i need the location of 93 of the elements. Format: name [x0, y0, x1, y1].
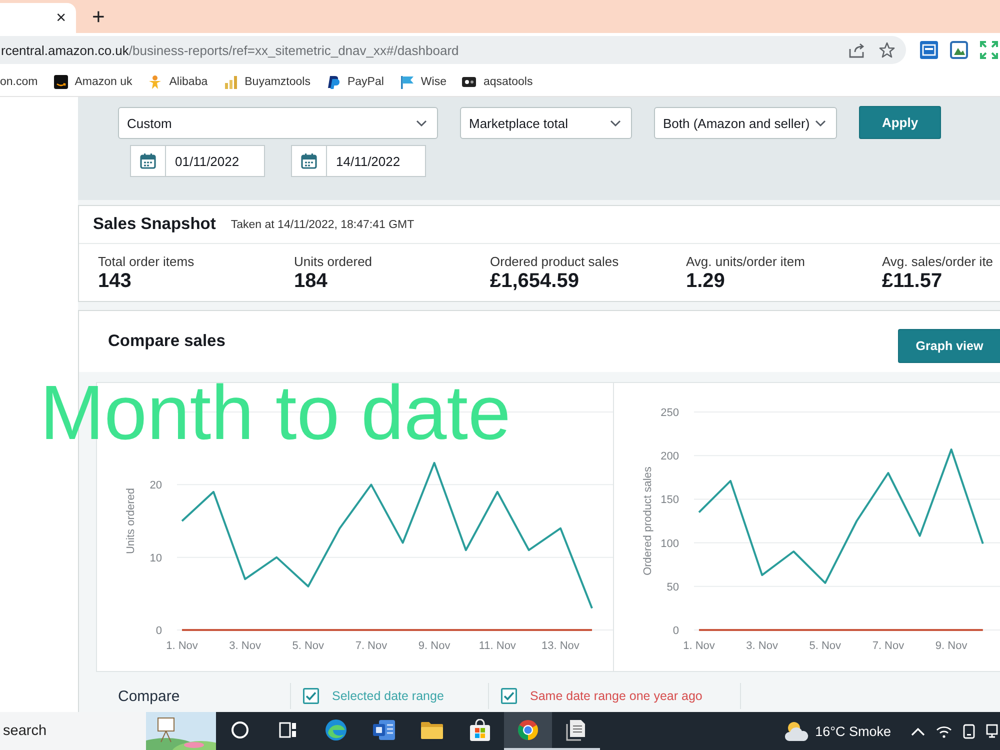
folder-icon [421, 721, 443, 739]
tick-label: 200 [660, 450, 679, 463]
legend-title: Compare [118, 688, 181, 704]
checkbox[interactable] [303, 688, 319, 704]
figure-icon [148, 74, 162, 88]
segmented-circle-icon [517, 719, 539, 741]
legend-label: Selected date range [332, 689, 444, 703]
tick-label: 3. Nov [229, 640, 261, 652]
tick-label: 9. Nov [935, 640, 968, 652]
tile-logo-icon [54, 74, 68, 88]
legend-label: Same date range one year ago [530, 689, 702, 703]
date-field[interactable]: 14/11/2022 [291, 145, 426, 177]
tick-label: 0 [156, 625, 162, 637]
metric-label: Avg. sales/order ite [882, 254, 994, 269]
caret-icon[interactable] [911, 726, 925, 736]
shopping-bag-icon [469, 719, 491, 741]
tick-label: 5. Nov [292, 640, 324, 652]
bookmark-link[interactable]: Alibaba [148, 72, 208, 92]
checkbox[interactable] [501, 688, 517, 704]
ring-icon [231, 721, 249, 739]
address-bar[interactable]: rcentral.amazon.co.uk/business-reports/ref=xx_sitemetric_dnav_xx#/dashboard [0, 36, 906, 64]
tick-label: 0 [672, 625, 679, 637]
tick-label: 1. Nov [683, 640, 715, 652]
date-field[interactable]: 01/11/2022 [130, 145, 265, 177]
metric-label: Total order items [98, 254, 196, 269]
tick-label: 11. Nov [478, 640, 516, 652]
graph-view-button[interactable]: Graph view [898, 329, 1000, 363]
metric-value: 1.29 [686, 270, 726, 293]
badge-icon [462, 74, 476, 88]
dropdown[interactable]: Custom [118, 107, 438, 139]
overlay-caption: Month to date [40, 370, 511, 456]
document-tile-icon [373, 719, 395, 741]
metric-value: 143 [98, 270, 132, 293]
tick-label: 50 [666, 581, 679, 594]
metric-label: Ordered product sales [490, 254, 620, 269]
taskbar-button[interactable] [504, 712, 552, 750]
tick-label: 7. Nov [872, 640, 904, 652]
tick-label: 100 [660, 538, 679, 550]
chevron-icon [416, 120, 427, 126]
picture-icon[interactable] [950, 41, 968, 59]
calendar-icon [140, 153, 156, 169]
metric-value: £11.57 [882, 270, 944, 293]
tick-label: 250 [660, 407, 679, 419]
expand-icon[interactable] [980, 41, 998, 59]
tick-label: 20 [150, 480, 162, 492]
bookmark-link[interactable]: PayPal [326, 72, 384, 92]
close-button[interactable]: × [53, 8, 69, 28]
star-icon[interactable] [879, 42, 895, 58]
tick-label: 13. Nov [542, 640, 580, 652]
bookmark-link[interactable]: Buyamztools [224, 72, 310, 92]
device-icon[interactable] [963, 724, 975, 738]
metric-value: 184 [294, 270, 328, 293]
tick-label: 5. Nov [809, 640, 842, 652]
url-text: rcentral.amazon.co.uk/business-reports/ref=xx_sitemetric_dnav_xx#/dashboard [1, 42, 460, 58]
card-title: Sales Snapshot [93, 215, 216, 234]
p-mark-icon [326, 74, 340, 88]
new-tab-button[interactable]: + [89, 5, 108, 29]
bars-icon [224, 74, 238, 88]
tick-label: 150 [660, 494, 679, 506]
tile-icon[interactable] [920, 41, 938, 59]
tick-label: 10 [150, 552, 162, 564]
wifi-icon[interactable] [936, 724, 952, 738]
task-view-icon [279, 722, 297, 738]
tick-label: 1. Nov [166, 640, 198, 652]
metric-label: Units ordered [294, 254, 374, 269]
bookmark-link[interactable]: aqsatools [462, 72, 533, 92]
tick-label: 3. Nov [746, 640, 778, 652]
axis-title: Ordered product sales [642, 466, 654, 576]
cloud-icon [785, 721, 810, 741]
paper-stack-icon [566, 719, 586, 741]
metric-label: Avg. units/order item [686, 254, 806, 269]
monitor-icon[interactable] [986, 724, 998, 738]
chevron-icon [610, 120, 621, 126]
dropdown[interactable]: Both (Amazon and seller) [654, 107, 837, 139]
axis-title: Units ordered [125, 488, 137, 554]
metric-value: £1,654.59 [490, 270, 580, 293]
tick-label: 9. Nov [418, 640, 450, 652]
bookmark-link[interactable]: on.com [0, 72, 38, 90]
flag-icon [400, 74, 414, 88]
dropdown[interactable]: Marketplace total [460, 107, 632, 139]
bookmark-link[interactable]: Amazon uk [54, 72, 132, 92]
section-title: Compare sales [108, 331, 226, 351]
share-icon[interactable] [849, 42, 865, 58]
search-field[interactable]: search [0, 712, 146, 750]
snapshot-timestamp: Taken at 14/11/2022, 18:47:41 GMT [230, 218, 414, 230]
browser-tab[interactable]: × [0, 3, 76, 33]
swirl-icon [325, 719, 347, 741]
calendar-icon [301, 153, 317, 169]
bookmark-link[interactable]: Wise [400, 72, 446, 92]
apply-button[interactable]: Apply [859, 106, 941, 139]
weather-text[interactable]: 16°C Smoke [815, 724, 891, 738]
tick-label: 7. Nov [355, 640, 388, 652]
chevron-icon [815, 120, 826, 126]
